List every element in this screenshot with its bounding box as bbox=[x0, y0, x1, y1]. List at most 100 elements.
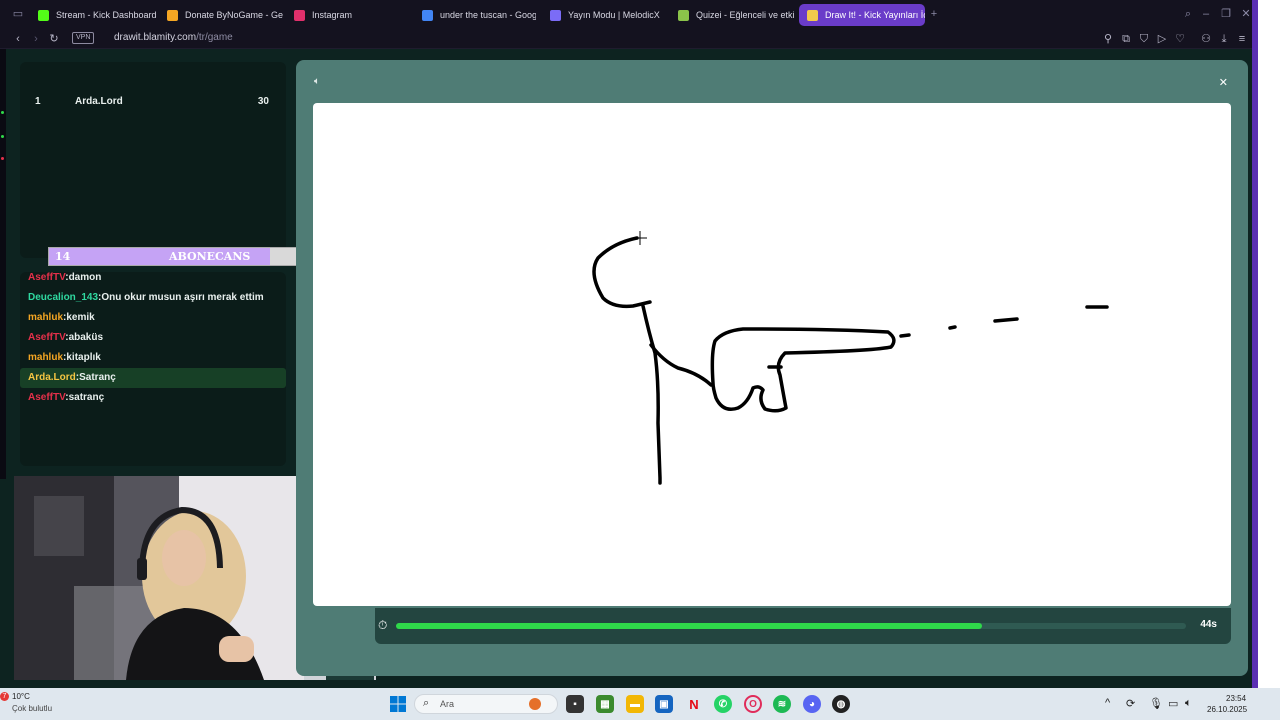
status-dot bbox=[1, 157, 4, 160]
opera-icon[interactable]: O bbox=[744, 695, 762, 713]
sync-icon[interactable]: ⟳ bbox=[1126, 697, 1135, 710]
tab-label: Draw It! - Kick Yayınları İç bbox=[825, 10, 925, 20]
chat-username[interactable]: AseffTV bbox=[28, 332, 65, 343]
drawing-canvas[interactable] bbox=[313, 103, 1231, 606]
round-timer-bar: ⏱ 44s bbox=[375, 608, 1231, 644]
left-toolbar-strip bbox=[0, 49, 6, 479]
address-bar: ‹ › ↻ VPN drawit.blamity.com/tr/game ⚲ ⧉… bbox=[0, 29, 1258, 49]
url-field[interactable]: drawit.blamity.com/tr/game bbox=[114, 32, 233, 43]
chat-username[interactable]: AseffTV bbox=[28, 392, 65, 403]
tab-label: Yayın Modu | MelodicX bbox=[568, 10, 660, 20]
drawit-icon bbox=[807, 9, 818, 21]
snapshot-icon[interactable]: ⧉ bbox=[1119, 32, 1133, 46]
search-icon: ⌕ bbox=[423, 697, 430, 709]
drawing-strokes bbox=[592, 231, 1109, 485]
chat-text: kemik bbox=[66, 312, 95, 323]
workspaces-icon[interactable]: ▭ bbox=[12, 8, 24, 20]
chat-username[interactable]: mahluk bbox=[28, 352, 63, 363]
goal-current: 14 bbox=[55, 250, 71, 263]
status-dot bbox=[1, 135, 4, 138]
chat-panel: AseffTV:damon Deucalion_143:Onu okur musu… bbox=[20, 272, 286, 466]
tab-drawit[interactable]: Draw It! - Kick Yayınları İç bbox=[799, 4, 925, 26]
weather-temp[interactable]: 10°C bbox=[12, 692, 30, 701]
close-icon[interactable]: ✕ bbox=[1219, 76, 1228, 89]
taskbar-search[interactable]: ⌕ Ara bbox=[414, 694, 558, 714]
timer-track bbox=[396, 623, 1186, 629]
tab-label: under the tuscan - Googl bbox=[440, 10, 536, 20]
tab-label: Instagram bbox=[312, 10, 353, 20]
pin-icon[interactable]: ⚲ bbox=[1101, 32, 1115, 46]
netflix-icon[interactable]: N bbox=[685, 695, 703, 713]
chat-username[interactable]: Arda.Lord bbox=[28, 372, 76, 383]
whatsapp-icon[interactable]: ✆ bbox=[714, 695, 732, 713]
instagram-icon bbox=[294, 9, 305, 21]
clock-time[interactable]: 23:54 bbox=[1226, 694, 1246, 703]
close-window-icon[interactable]: ✕ bbox=[1240, 8, 1252, 20]
player-name: Arda.Lord bbox=[75, 96, 123, 107]
minecraft-icon[interactable]: ▦ bbox=[596, 695, 614, 713]
windows-logo-icon bbox=[390, 696, 406, 712]
weather-badge: 7 bbox=[0, 692, 9, 701]
timer-seconds: 44s bbox=[1200, 619, 1217, 630]
tab-quizei[interactable]: Quizei - Eğlenceli ve etkil bbox=[670, 4, 794, 26]
spotify-icon[interactable]: ≋ bbox=[773, 695, 791, 713]
rank: 1 bbox=[35, 96, 41, 107]
mic-icon[interactable]: 🎙︎ bbox=[1149, 697, 1163, 710]
file-explorer-icon[interactable]: ▬ bbox=[626, 695, 644, 713]
discord-icon[interactable]: ◕ bbox=[803, 695, 821, 713]
tab-instagram[interactable]: Instagram bbox=[286, 4, 394, 26]
chat-text: satranç bbox=[68, 392, 105, 403]
chat-text: Onu okur musun aşırı merak ettim bbox=[101, 292, 264, 303]
search-tabs-icon[interactable]: ⌕ bbox=[1182, 8, 1194, 20]
new-tab-icon[interactable]: + bbox=[928, 8, 940, 20]
chat-message: AseffTV:satranç bbox=[20, 388, 286, 408]
vpn-badge[interactable]: VPN bbox=[72, 32, 95, 44]
melodicx-icon bbox=[550, 9, 561, 21]
back-icon[interactable]: ‹ bbox=[11, 32, 25, 46]
chat-text: damon bbox=[68, 272, 102, 283]
display-icon[interactable]: ▭ bbox=[1168, 697, 1178, 710]
weather-desc[interactable]: Çok bulutlu bbox=[12, 704, 52, 713]
chat-message: Arda.Lord:Satranç bbox=[20, 368, 286, 388]
obs-icon[interactable]: ◍ bbox=[832, 695, 850, 713]
reload-icon[interactable]: ↻ bbox=[47, 32, 61, 46]
chat-username[interactable]: AseffTV bbox=[28, 272, 65, 283]
store-icon[interactable]: ▣ bbox=[655, 695, 673, 713]
tray-expand-icon[interactable]: ^ bbox=[1105, 697, 1110, 709]
task-view-icon[interactable]: ▪ bbox=[566, 695, 584, 713]
goal-label: ABONECANS bbox=[169, 250, 251, 263]
profile-icon[interactable]: ⚇ bbox=[1199, 32, 1213, 46]
download-icon[interactable]: ⤓ bbox=[1217, 32, 1231, 46]
sound-icon[interactable]: 🔈︎ bbox=[314, 76, 320, 87]
minimize-icon[interactable]: – bbox=[1200, 8, 1212, 20]
tab-google[interactable]: under the tuscan - Googl bbox=[414, 4, 536, 26]
volume-icon[interactable]: 🔈︎ bbox=[1185, 697, 1192, 710]
tab-label: Donate ByNoGame - Gele bbox=[185, 10, 283, 20]
heart-icon[interactable]: ♡ bbox=[1173, 32, 1187, 46]
start-button[interactable] bbox=[389, 695, 407, 713]
tab-bynogame[interactable]: Donate ByNoGame - Gele bbox=[159, 4, 283, 26]
chat-username[interactable]: Deucalion_143 bbox=[28, 292, 98, 303]
maximize-icon[interactable]: ❐ bbox=[1220, 8, 1232, 20]
chat-text: abaküs bbox=[68, 332, 104, 343]
leaderboard-row: 1 Arda.Lord 30 bbox=[20, 96, 286, 112]
status-dot bbox=[1, 111, 4, 114]
chat-message: AseffTV:damon bbox=[20, 272, 286, 288]
stopwatch-icon: ⏱ bbox=[378, 618, 388, 632]
player-score: 30 bbox=[257, 96, 269, 107]
window-edge bbox=[1258, 0, 1280, 688]
search-highlight-icon bbox=[529, 698, 541, 710]
menu-icon[interactable]: ≡ bbox=[1235, 32, 1249, 46]
bynogame-icon bbox=[167, 9, 178, 21]
shield-icon[interactable]: ⛉ bbox=[1137, 32, 1151, 46]
tab-melodicx[interactable]: Yayın Modu | MelodicX bbox=[542, 4, 660, 26]
clock-date[interactable]: 26.10.2025 bbox=[1207, 705, 1247, 714]
chat-message: Deucalion_143:Onu okur musun aşırı merak… bbox=[20, 288, 286, 308]
tab-kick[interactable]: Stream - Kick Dashboard bbox=[30, 4, 162, 26]
play-icon[interactable]: ▷ bbox=[1155, 32, 1169, 46]
browser-tab-bar: ▭ Stream - Kick Dashboard Donate ByNoGame… bbox=[0, 0, 1258, 29]
chat-username[interactable]: mahluk bbox=[28, 312, 63, 323]
forward-icon[interactable]: › bbox=[29, 32, 43, 46]
chat-text: Satranç bbox=[79, 372, 116, 383]
quizei-icon bbox=[678, 9, 689, 21]
